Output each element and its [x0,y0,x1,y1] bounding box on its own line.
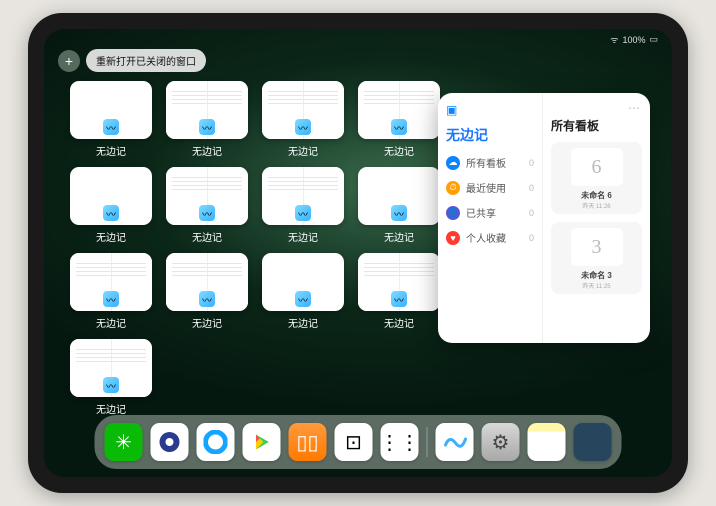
boards-heading: 所有看板 [551,117,642,134]
freeform-app-icon: 〰 [103,291,119,307]
dock-qq-browser-icon[interactable] [197,423,235,461]
screen: ᯤ 100% ▭ + 重新打开已关闭的窗口 〰无边记〰无边记〰无边记〰无边记〰无… [44,29,672,477]
thumb-label: 无边记 [384,229,414,244]
app-window-thumb[interactable]: 〰无边记 [68,253,154,335]
board-timestamp: 昨天 11:26 [582,201,610,210]
thumb-label: 无边记 [96,315,126,330]
freeform-app-icon: 〰 [295,291,311,307]
dock-settings-icon[interactable]: ⚙ [482,423,520,461]
thumb-label: 无边记 [96,143,126,158]
thumb-label: 无边记 [384,143,414,158]
app-window-thumb[interactable]: 〰无边记 [356,81,442,163]
thumb-label: 无边记 [288,143,318,158]
app-window-thumb[interactable]: 〰无边记 [164,81,250,163]
indigo-category-icon: 👤 [446,206,460,220]
sidebar-item-最近使用[interactable]: ⏱ 最近使用 0 [446,180,534,195]
freeform-app-icon: 〰 [199,291,215,307]
wifi-icon: ᯤ [610,33,618,46]
app-window-thumb[interactable]: 〰无边记 [356,253,442,335]
app-window-thumb[interactable]: 〰无边记 [164,253,250,335]
sidebar-item-label: 个人收藏 [466,230,523,245]
dock-books-icon[interactable]: ▯▯ [289,423,327,461]
sidebar-item-label: 所有看板 [466,155,523,170]
thumb-label: 无边记 [384,315,414,330]
app-window-thumb[interactable]: 〰无边记 [260,253,346,335]
sidebar-item-count: 0 [529,183,534,193]
sidebar-item-所有看板[interactable]: ☁ 所有看板 0 [446,155,534,170]
blue-category-icon: ☁ [446,156,460,170]
ipad-frame: ᯤ 100% ▭ + 重新打开已关闭的窗口 〰无边记〰无边记〰无边记〰无边记〰无… [28,13,688,493]
sidebar-item-已共享[interactable]: 👤 已共享 0 [446,205,534,220]
popover-content: ⋯ 所有看板 6 未命名 6昨天 11:26 3 未命名 3昨天 11:25 [543,93,650,343]
board-timestamp: 昨天 11:25 [582,281,610,290]
board-name: 未命名 6 [581,190,612,201]
app-window-thumb[interactable]: 〰无边记 [260,81,346,163]
thumb-label: 无边记 [192,229,222,244]
sidebar-toggle-icon[interactable]: ▣ [446,103,457,117]
sidebar-item-count: 0 [529,233,534,243]
freeform-app-icon: 〰 [391,119,407,135]
freeform-app-icon: 〰 [391,205,407,221]
board-card[interactable]: 6 未命名 6昨天 11:26 [551,142,642,214]
yellow-category-icon: ⏱ [446,181,460,195]
dock-play-icon[interactable] [243,423,281,461]
dock-recents-icon[interactable] [574,423,612,461]
app-window-thumb[interactable]: 〰无边记 [260,167,346,249]
dock-notes-icon[interactable] [528,423,566,461]
board-card[interactable]: 3 未命名 3昨天 11:25 [551,222,642,294]
thumb-label: 无边记 [96,229,126,244]
reopen-bar: + 重新打开已关闭的窗口 [58,49,206,72]
thumb-label: 无边记 [288,315,318,330]
app-switcher-grid: 〰无边记〰无边记〰无边记〰无边记〰无边记〰无边记〰无边记〰无边记〰无边记〰无边记… [68,81,442,421]
app-window-thumb[interactable]: 〰无边记 [68,339,154,421]
thumb-label: 无边记 [288,229,318,244]
app-window-thumb[interactable]: 〰无边记 [68,167,154,249]
board-name: 未命名 3 [581,270,612,281]
new-window-button[interactable]: + [58,50,80,72]
freeform-popover: ▣ 无边记 ☁ 所有看板 0 ⏱ 最近使用 0 👤 已共享 0 ♥ 个人收藏 0 ⋯ 所有看板 6 未命… [438,93,650,343]
status-bar: ᯤ 100% ▭ [44,33,672,46]
dock: ✳ ▯▯⊡⋮⋮ ⚙ [95,415,622,469]
dock-game-icon[interactable]: ⊡ [335,423,373,461]
sidebar-item-count: 0 [529,208,534,218]
red-category-icon: ♥ [446,231,460,245]
board-preview: 3 [571,228,623,266]
freeform-app-icon: 〰 [103,119,119,135]
app-window-thumb[interactable]: 〰无边记 [356,167,442,249]
battery-icon: ▭ [649,34,658,45]
app-window-thumb[interactable]: 〰无边记 [164,167,250,249]
freeform-app-icon: 〰 [103,377,119,393]
thumb-label: 无边记 [192,315,222,330]
dock-browser-icon[interactable] [151,423,189,461]
sidebar-item-个人收藏[interactable]: ♥ 个人收藏 0 [446,230,534,245]
dock-separator [427,427,428,457]
dock-wechat-icon[interactable]: ✳ [105,423,143,461]
popover-more-icon[interactable]: ⋯ [628,101,640,115]
sidebar-item-label: 已共享 [466,205,523,220]
freeform-app-icon: 〰 [391,291,407,307]
sidebar-item-label: 最近使用 [466,180,523,195]
status-right: ᯤ 100% ▭ [610,33,658,46]
freeform-app-icon: 〰 [103,205,119,221]
board-preview: 6 [571,148,623,186]
reopen-closed-window-button[interactable]: 重新打开已关闭的窗口 [86,49,206,72]
freeform-app-icon: 〰 [295,119,311,135]
freeform-app-icon: 〰 [295,205,311,221]
thumb-label: 无边记 [96,401,126,416]
sidebar-item-count: 0 [529,158,534,168]
popover-title: 无边记 [446,125,534,145]
thumb-label: 无边记 [192,143,222,158]
dock-share-icon[interactable]: ⋮⋮ [381,423,419,461]
dock-freeform-icon[interactable] [436,423,474,461]
battery-label: 100% [622,35,645,45]
app-window-thumb[interactable]: 〰无边记 [68,81,154,163]
freeform-app-icon: 〰 [199,119,215,135]
popover-sidebar: ▣ 无边记 ☁ 所有看板 0 ⏱ 最近使用 0 👤 已共享 0 ♥ 个人收藏 0 [438,93,543,343]
freeform-app-icon: 〰 [199,205,215,221]
